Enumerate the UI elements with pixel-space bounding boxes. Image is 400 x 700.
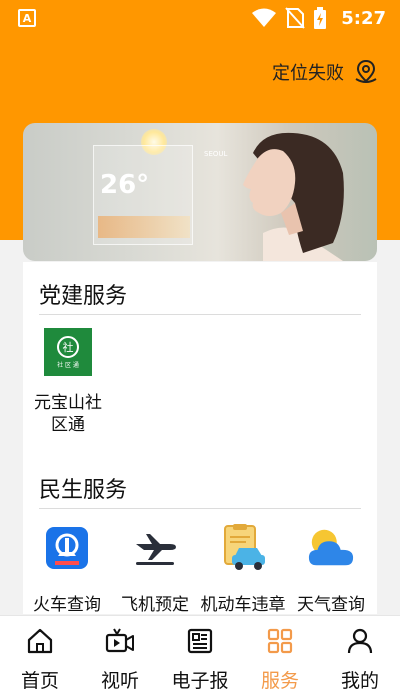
woman-profile-image <box>243 132 344 261</box>
weather-icon <box>308 529 354 566</box>
nav-video[interactable]: 视听 <box>80 616 160 700</box>
community-app-icon: 社 社 区 通 <box>44 328 92 376</box>
nav-label: 电子报 <box>171 670 229 692</box>
location-text: 定位失败 <box>272 63 344 84</box>
clock: 5:27 <box>341 7 386 29</box>
grid-icon <box>267 628 293 654</box>
service-item-flight[interactable]: 飞机预定 <box>111 524 199 614</box>
service-label: 火车查询 <box>33 595 101 614</box>
livelihood-section-title: 民生服务 <box>39 478 128 503</box>
person-icon <box>347 628 373 654</box>
battery-icon <box>314 7 327 29</box>
newspaper-icon <box>187 628 213 654</box>
service-label: 机动车违章 <box>200 595 286 614</box>
livelihood-divider <box>39 508 361 509</box>
home-icon <box>27 628 53 654</box>
weather-hologram: SEOUL 26° <box>93 145 227 245</box>
nav-home[interactable]: 首页 <box>0 616 80 700</box>
nav-label: 我的 <box>340 670 379 692</box>
services-card: 党建服务 社 社 区 通 元宝山社区通 民生服务 火车查询 飞机预定 机动车违章… <box>23 262 377 614</box>
status-bar: A 5:27 <box>0 0 400 36</box>
location-pin-icon <box>355 59 377 83</box>
service-item-train[interactable]: 火车查询 <box>23 524 111 614</box>
nav-newspaper[interactable]: 电子报 <box>160 616 240 700</box>
nav-label: 服务 <box>260 670 299 692</box>
airplane-icon <box>136 534 176 565</box>
service-label: 飞机预定 <box>121 595 189 614</box>
service-label: 天气查询 <box>297 595 365 614</box>
app-notification-icon: A <box>18 9 36 27</box>
train-icon <box>46 527 88 569</box>
car-violation-icon <box>224 524 265 570</box>
service-item-community[interactable]: 社 社 区 通 元宝山社区通 <box>23 328 113 436</box>
bottom-navigation: 首页 视听 电子报 服务 我的 <box>0 615 400 700</box>
nav-label: 视听 <box>100 670 139 692</box>
nav-profile[interactable]: 我的 <box>320 616 400 700</box>
party-section-title: 党建服务 <box>39 284 128 309</box>
no-sim-icon <box>285 7 305 29</box>
hologram-forecast-row <box>98 216 190 238</box>
party-divider <box>39 314 361 315</box>
promo-banner[interactable]: SEOUL 26° <box>23 123 377 261</box>
video-icon <box>105 628 134 653</box>
livelihood-services-row: 火车查询 飞机预定 机动车违章 天气查询 <box>23 524 377 614</box>
wifi-icon <box>252 8 277 27</box>
hologram-temp: 26° <box>100 170 150 200</box>
location-status[interactable]: 定位失败 <box>272 58 380 86</box>
nav-services[interactable]: 服务 <box>240 616 320 700</box>
service-item-weather[interactable]: 天气查询 <box>287 524 375 614</box>
nav-label: 首页 <box>20 670 59 692</box>
service-item-vehicle-violation[interactable]: 机动车违章 <box>199 524 287 614</box>
service-label: 元宝山社区通 <box>34 393 102 435</box>
